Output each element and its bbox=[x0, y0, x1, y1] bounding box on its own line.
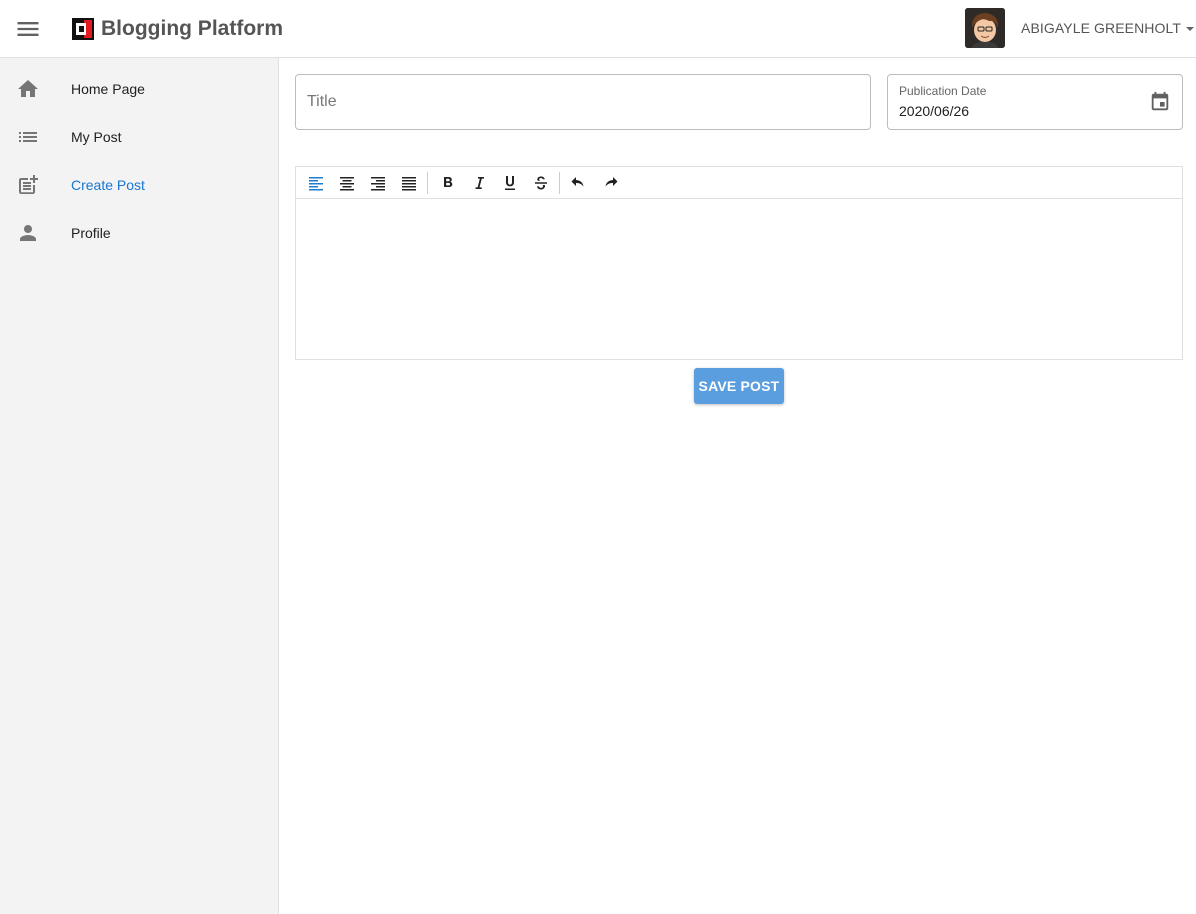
toolbar-divider bbox=[559, 172, 560, 194]
strikethrough-icon[interactable] bbox=[531, 173, 551, 193]
logo-icon bbox=[72, 18, 94, 40]
date-label: Publication Date bbox=[899, 84, 987, 98]
user-name: ABIGAYLE GREENHOLT bbox=[1021, 20, 1181, 36]
editor-toolbar bbox=[296, 167, 1182, 199]
app-header: Blogging Platform ABIGAYLE GREENHOLT bbox=[0, 0, 1196, 58]
list-icon bbox=[16, 125, 40, 149]
sidebar-item-label: My Post bbox=[71, 129, 122, 145]
sidebar-item-profile[interactable]: Profile bbox=[0, 209, 278, 257]
sidebar: Home Page My Post Create Post Profile bbox=[0, 58, 279, 914]
align-justify-icon[interactable] bbox=[399, 173, 419, 193]
app-title[interactable]: Blogging Platform bbox=[101, 15, 283, 43]
sidebar-item-label: Profile bbox=[71, 225, 111, 241]
undo-icon[interactable] bbox=[569, 173, 589, 193]
toolbar-divider bbox=[427, 172, 428, 194]
sidebar-item-label: Home Page bbox=[71, 81, 145, 97]
menu-icon[interactable] bbox=[14, 15, 42, 43]
align-center-icon[interactable] bbox=[337, 173, 357, 193]
sidebar-item-create-post[interactable]: Create Post bbox=[0, 161, 278, 209]
save-post-button[interactable]: SAVE POST bbox=[694, 368, 784, 404]
avatar[interactable] bbox=[965, 8, 1005, 48]
italic-icon[interactable] bbox=[469, 173, 489, 193]
date-value[interactable]: 2020/06/26 bbox=[899, 102, 969, 120]
align-left-icon[interactable] bbox=[306, 173, 326, 193]
redo-icon[interactable] bbox=[600, 173, 620, 193]
editor-content-area[interactable] bbox=[296, 200, 1182, 359]
publication-date-field[interactable]: Publication Date 2020/06/26 bbox=[887, 74, 1183, 130]
chevron-down-icon bbox=[1186, 27, 1194, 32]
title-input[interactable] bbox=[307, 90, 857, 114]
person-icon bbox=[16, 221, 40, 245]
post-add-icon bbox=[16, 173, 40, 197]
sidebar-item-label: Create Post bbox=[71, 177, 145, 193]
home-icon bbox=[16, 77, 40, 101]
align-right-icon[interactable] bbox=[368, 173, 388, 193]
calendar-icon[interactable] bbox=[1149, 91, 1171, 113]
sidebar-item-home[interactable]: Home Page bbox=[0, 65, 278, 113]
title-field[interactable] bbox=[295, 74, 871, 130]
user-menu[interactable]: ABIGAYLE GREENHOLT bbox=[1021, 18, 1194, 38]
bold-icon[interactable] bbox=[438, 173, 458, 193]
sidebar-item-my-post[interactable]: My Post bbox=[0, 113, 278, 161]
underline-icon[interactable] bbox=[500, 173, 520, 193]
rich-text-editor bbox=[295, 166, 1183, 360]
